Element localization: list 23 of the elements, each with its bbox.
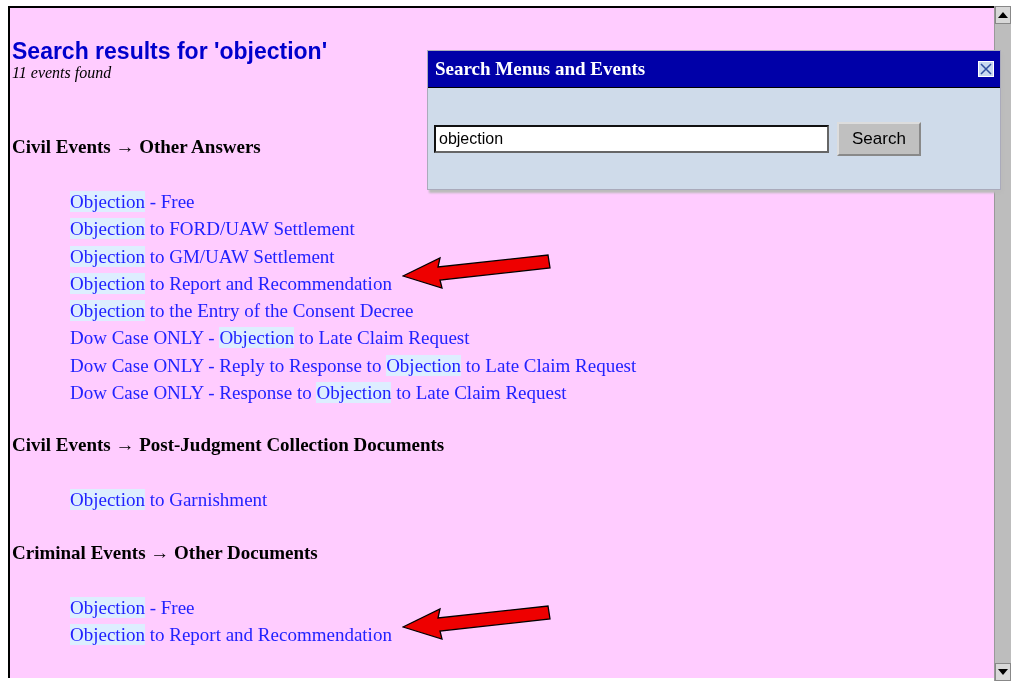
dialog-title: Search Menus and Events [435, 58, 646, 80]
event-link[interactable]: Dow Case ONLY - Reply to Response to Objection to Late Claim Request [70, 354, 637, 376]
event-link[interactable]: Objection to Garnishment [70, 489, 268, 511]
results-count: 11 events found [12, 64, 112, 82]
scrollbar[interactable] [994, 6, 1011, 681]
up-arrow-icon [998, 12, 1008, 18]
close-icon[interactable] [978, 61, 994, 77]
category-heading: Civil Events → Post-Judgment Collection Documents [12, 433, 445, 458]
scroll-down-button[interactable] [995, 663, 1011, 681]
results-heading: Search results for 'objection' [12, 38, 328, 64]
event-link[interactable]: Dow Case ONLY - Response to Objection to Late Claim Request [70, 382, 567, 404]
event-link[interactable]: Objection to Report and Recommendation [70, 623, 392, 645]
event-link[interactable]: Objection to GM/UAW Settlement [70, 245, 335, 267]
category-heading: Criminal Events → Other Documents [12, 540, 318, 565]
down-arrow-icon [998, 669, 1008, 675]
scroll-up-button[interactable] [995, 6, 1011, 24]
search-field[interactable]: objection [434, 125, 829, 153]
event-link[interactable]: Objection to FORD/UAW Settlement [70, 218, 355, 240]
search-button[interactable]: Search [837, 122, 921, 156]
event-link[interactable]: Dow Case ONLY - Objection to Late Claim Request [70, 327, 470, 349]
event-link[interactable]: Objection to the Entry of the Consent Decree [70, 300, 414, 322]
event-link[interactable]: Objection to Report and Recommendation [70, 272, 392, 294]
category-heading: Civil Events → Other Answers [12, 135, 261, 159]
